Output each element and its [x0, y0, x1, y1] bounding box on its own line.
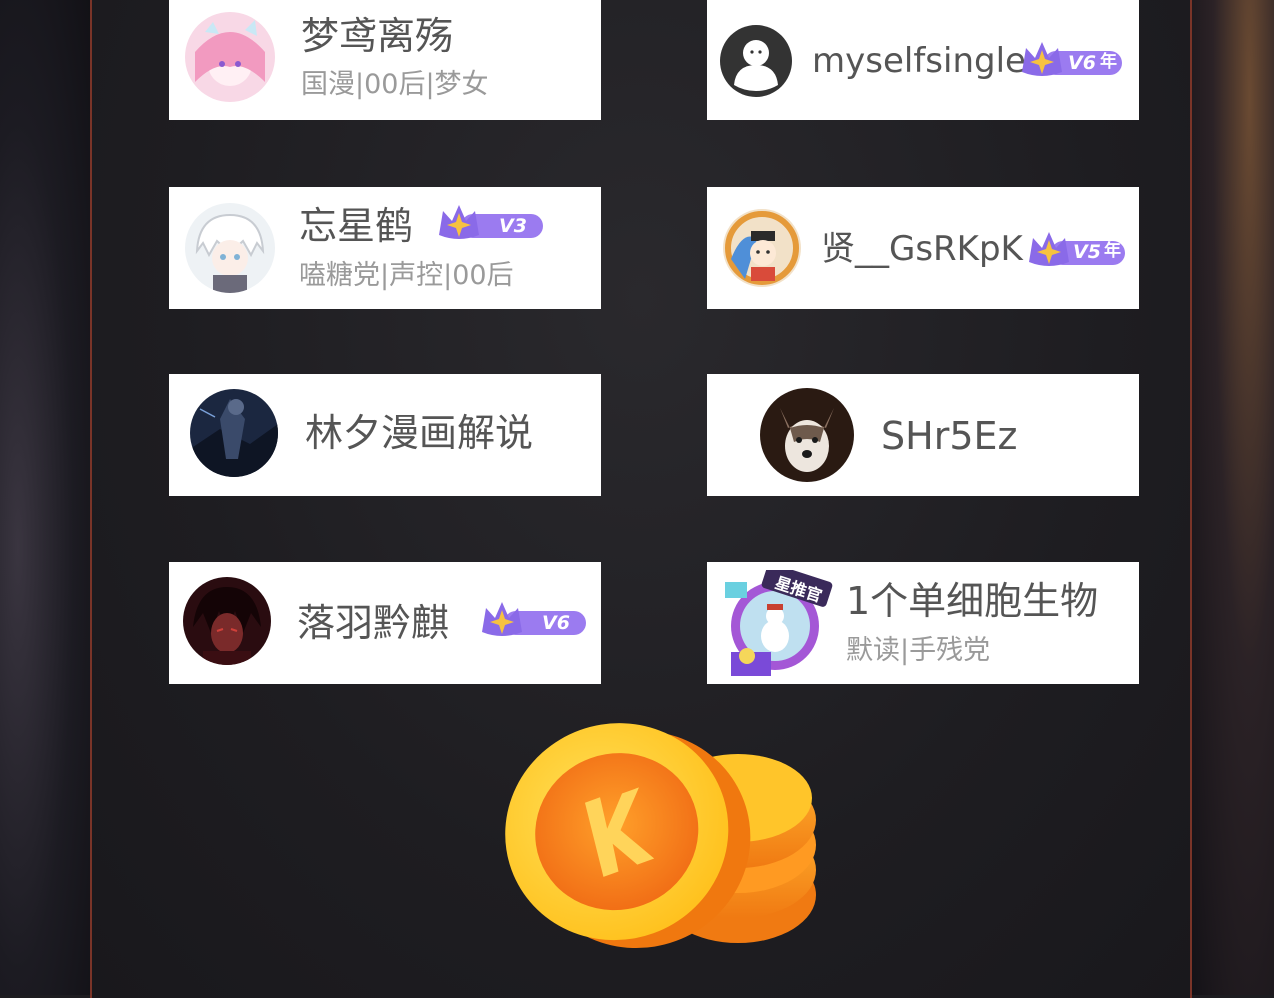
user-card[interactable]: 梦鸢离殇 国漫|00后|梦女	[169, 0, 601, 120]
user-tags: 默读|手残党	[846, 635, 991, 666]
user-name: 贤__GsRKpK	[821, 229, 1023, 269]
user-avatar	[183, 577, 271, 665]
vip-badge: V3	[437, 201, 545, 245]
user-card[interactable]: 星推官 1个单细胞生物 默读|手残党	[707, 562, 1139, 684]
vip-badge: V6 年	[1020, 40, 1124, 84]
user-card[interactable]: SHr5Ez	[707, 374, 1139, 496]
k-coin-icon	[488, 700, 818, 964]
user-card[interactable]: myselfsingle V6 年	[707, 0, 1139, 120]
vip-level: V6	[542, 612, 570, 634]
user-avatar	[720, 25, 792, 97]
user-avatar	[185, 12, 275, 102]
background-right	[1192, 0, 1274, 995]
user-name: 梦鸢离殇	[301, 14, 454, 58]
crown-star-icon	[482, 602, 586, 636]
user-name: 落羽黔麒	[297, 601, 450, 645]
background-left	[0, 0, 90, 995]
user-card[interactable]: 落羽黔麒 V6	[169, 562, 601, 684]
user-name: myselfsingle	[812, 41, 1026, 81]
vip-level: V6	[1068, 52, 1096, 74]
user-card[interactable]: 林夕漫画解说	[169, 374, 601, 496]
user-name: 1个单细胞生物	[846, 579, 1099, 623]
vip-annual-label: 年	[1104, 241, 1121, 261]
crown-star-icon	[439, 205, 543, 239]
user-card[interactable]: 贤__GsRKpK V5 年	[707, 187, 1139, 309]
user-card[interactable]: 忘星鹤 V3 嗑糖党|声控|00后	[169, 187, 601, 309]
vip-annual-label: 年	[1100, 52, 1117, 72]
user-avatar	[185, 203, 275, 293]
user-avatar	[723, 209, 801, 287]
vip-badge: V5 年	[1027, 229, 1127, 273]
user-name: 林夕漫画解说	[305, 411, 534, 455]
user-tags: 嗑糖党|声控|00后	[299, 260, 514, 291]
vip-badge: V6	[480, 598, 588, 642]
user-avatar	[190, 389, 278, 477]
user-tags: 国漫|00后|梦女	[301, 69, 489, 100]
user-name: 忘星鹤	[299, 204, 414, 248]
vip-level: V3	[499, 215, 527, 237]
user-avatar-with-frame: 星推官	[723, 570, 833, 678]
user-name: SHr5Ez	[881, 414, 1018, 458]
user-avatar	[760, 388, 854, 482]
vip-level: V5	[1073, 241, 1101, 263]
